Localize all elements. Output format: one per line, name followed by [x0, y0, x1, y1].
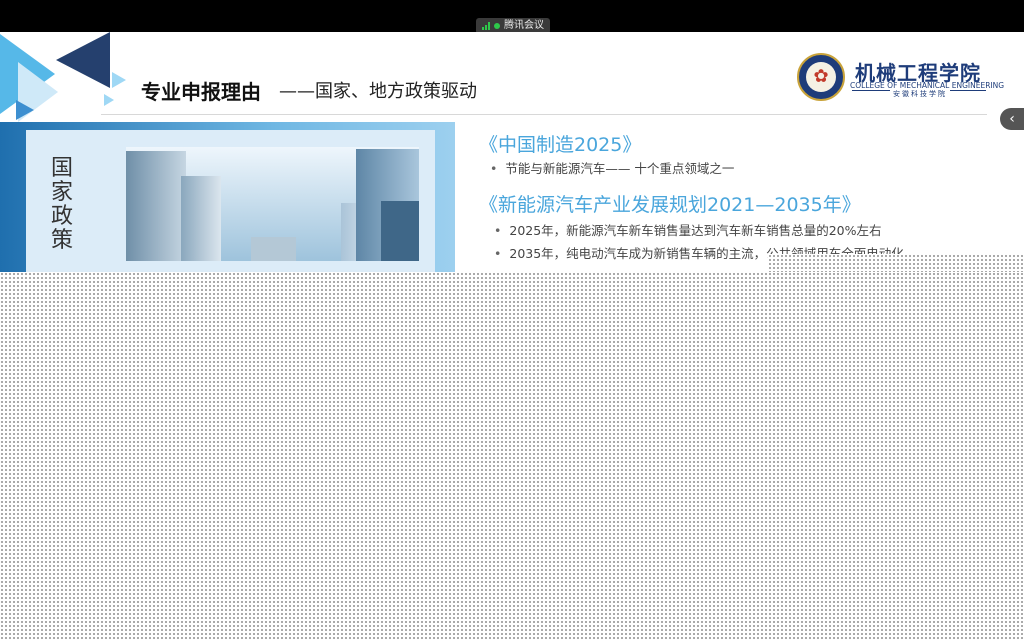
decorative-triangle [104, 94, 114, 106]
policy-heading: 《中国制造2025》 [479, 134, 642, 156]
slide-subtitle: ——国家、地方政策驱动 [279, 81, 477, 102]
college-emblem-icon: ✿ [797, 53, 845, 101]
shared-slide: 专业申报理由 ——国家、地方政策驱动 ✿ 机械工程学院 COLLEGE OF M… [0, 32, 1024, 272]
national-policy-label: 国家政策 [50, 156, 73, 253]
decorative-triangle [16, 100, 34, 120]
decorative-triangle [112, 72, 126, 88]
header-divider [101, 114, 987, 115]
policy-bullet: • 节能与新能源汽车—— 十个重点领域之一 [490, 161, 735, 176]
loading-overlay [768, 254, 1024, 272]
loading-overlay [0, 272, 1024, 640]
chevron-left-icon[interactable]: ‹ [1000, 108, 1024, 130]
recording-dot-icon [494, 23, 500, 29]
slide-title: 专业申报理由 [141, 80, 261, 104]
decorative-triangle [56, 32, 110, 88]
policy-bullet: • 2025年，新能源汽车新车销售量达到汽车新车销售总量的20%左右 [494, 223, 882, 238]
policy-heading: 《新能源汽车产业发展规划2021—2035年》 [479, 194, 861, 216]
college-signature: 安徽科技学院 [890, 89, 950, 99]
meeting-top-bar: 腾讯会议 [0, 0, 1024, 34]
signal-icon [482, 22, 490, 30]
skyscraper-photo [126, 147, 419, 261]
